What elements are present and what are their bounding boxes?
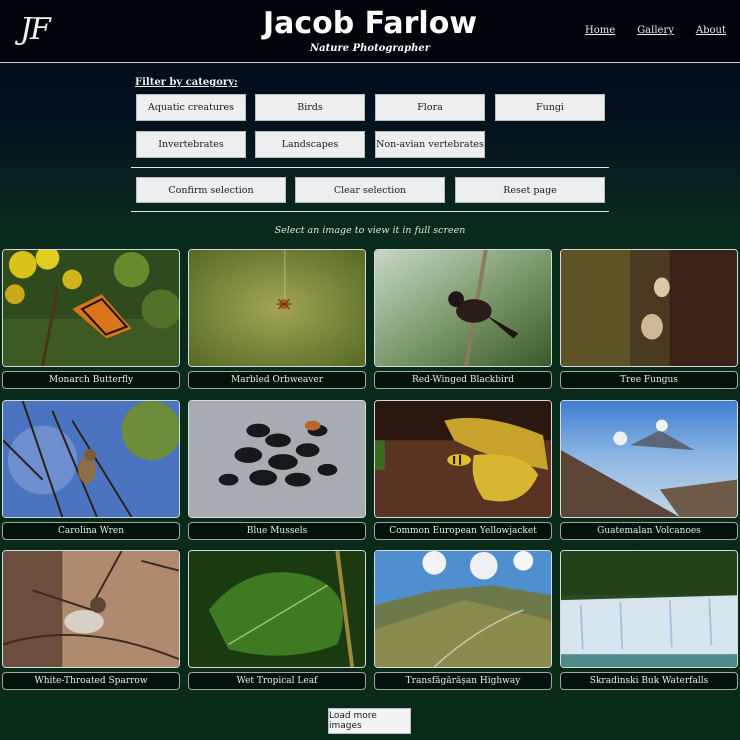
card-caption: Marbled Orbweaver [188, 371, 366, 389]
filter-invertebrates[interactable]: Invertebrates [136, 131, 246, 158]
gallery-card: Monarch Butterfly [2, 249, 180, 389]
site-title: Jacob Farlow [262, 6, 478, 41]
card-caption: White-Throated Sparrow [2, 672, 180, 690]
highway-photo[interactable] [374, 550, 552, 668]
wasp-photo[interactable] [374, 400, 552, 518]
card-caption: Wet Tropical Leaf [188, 672, 366, 690]
filter-aquatic-creatures[interactable]: Aquatic creatures [136, 94, 246, 121]
card-caption: Skradinski Buk Waterfalls [560, 672, 738, 690]
main-nav: Home Gallery About [585, 25, 726, 36]
gallery-card: White-Throated Sparrow [2, 550, 180, 690]
confirm-selection-button[interactable]: Confirm selection [136, 177, 286, 203]
gallery-card: Red-Winged Blackbird [374, 249, 552, 389]
filter-label: Filter by category: [135, 77, 238, 88]
divider [131, 167, 609, 168]
nav-home[interactable]: Home [585, 25, 615, 36]
sparrow-photo[interactable] [2, 550, 180, 668]
filter-fungi[interactable]: Fungi [495, 94, 605, 121]
gallery-card: Common European Yellowjacket [374, 400, 552, 540]
filter-birds[interactable]: Birds [255, 94, 365, 121]
volcano-photo[interactable] [560, 400, 738, 518]
gallery-card: Transfăgărășan Highway [374, 550, 552, 690]
filter-flora[interactable]: Flora [375, 94, 485, 121]
leaf-photo[interactable] [188, 550, 366, 668]
card-caption: Guatemalan Volcanoes [560, 522, 738, 540]
nav-about[interactable]: About [696, 25, 726, 36]
card-caption: Red-Winged Blackbird [374, 371, 552, 389]
gallery-card: Wet Tropical Leaf [188, 550, 366, 690]
gallery-card: Carolina Wren [2, 400, 180, 540]
bird-photo[interactable] [374, 249, 552, 367]
card-caption: Common European Yellowjacket [374, 522, 552, 540]
clear-selection-button[interactable]: Clear selection [295, 177, 445, 203]
card-caption: Transfăgărășan Highway [374, 672, 552, 690]
gallery-card: Skradinski Buk Waterfalls [560, 550, 738, 690]
card-caption: Monarch Butterfly [2, 371, 180, 389]
butterfly-photo[interactable] [2, 249, 180, 367]
fungus-photo[interactable] [560, 249, 738, 367]
gallery-card: Guatemalan Volcanoes [560, 400, 738, 540]
card-caption: Carolina Wren [2, 522, 180, 540]
gallery-card: Blue Mussels [188, 400, 366, 540]
divider [131, 211, 609, 212]
gallery-card: Marbled Orbweaver [188, 249, 366, 389]
nav-gallery[interactable]: Gallery [637, 25, 674, 36]
site-subtitle: Nature Photographer [309, 43, 430, 54]
load-more-button[interactable]: Load more images [328, 708, 411, 734]
mussels-photo[interactable] [188, 400, 366, 518]
wren-photo[interactable] [2, 400, 180, 518]
gallery-card: Tree Fungus [560, 249, 738, 389]
card-caption: Blue Mussels [188, 522, 366, 540]
card-caption: Tree Fungus [560, 371, 738, 389]
filter-non-avian-vertebrates[interactable]: Non-avian vertebrates [375, 131, 485, 158]
gallery-hint: Select an image to view it in full scree… [274, 225, 466, 236]
waterfall-photo[interactable] [560, 550, 738, 668]
site-header: JF Jacob Farlow Nature Photographer Home… [0, 0, 740, 63]
reset-page-button[interactable]: Reset page [455, 177, 605, 203]
filter-landscapes[interactable]: Landscapes [255, 131, 365, 158]
spider-photo[interactable] [188, 249, 366, 367]
